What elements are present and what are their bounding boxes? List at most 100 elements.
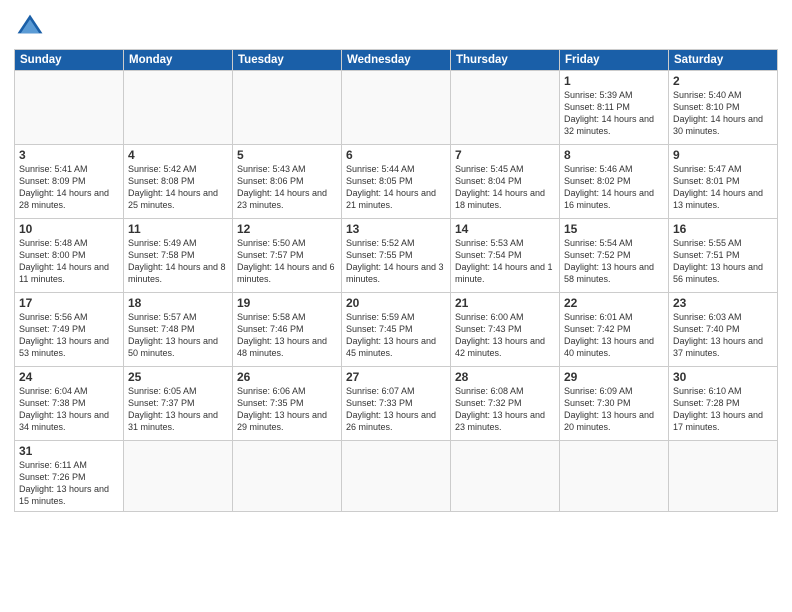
day-number: 25 xyxy=(128,370,228,384)
calendar-cell: 14Sunrise: 5:53 AMSunset: 7:54 PMDayligh… xyxy=(451,219,560,293)
calendar-cell: 13Sunrise: 5:52 AMSunset: 7:55 PMDayligh… xyxy=(342,219,451,293)
calendar-cell xyxy=(560,441,669,512)
calendar-cell: 28Sunrise: 6:08 AMSunset: 7:32 PMDayligh… xyxy=(451,367,560,441)
col-header-monday: Monday xyxy=(124,50,233,71)
col-header-sunday: Sunday xyxy=(15,50,124,71)
day-info: Sunrise: 6:11 AMSunset: 7:26 PMDaylight:… xyxy=(19,459,119,508)
day-info: Sunrise: 6:05 AMSunset: 7:37 PMDaylight:… xyxy=(128,385,228,434)
calendar-cell: 22Sunrise: 6:01 AMSunset: 7:42 PMDayligh… xyxy=(560,293,669,367)
day-info: Sunrise: 5:40 AMSunset: 8:10 PMDaylight:… xyxy=(673,89,773,138)
day-info: Sunrise: 5:56 AMSunset: 7:49 PMDaylight:… xyxy=(19,311,119,360)
calendar-cell: 17Sunrise: 5:56 AMSunset: 7:49 PMDayligh… xyxy=(15,293,124,367)
calendar-cell xyxy=(342,441,451,512)
day-info: Sunrise: 5:47 AMSunset: 8:01 PMDaylight:… xyxy=(673,163,773,212)
day-number: 14 xyxy=(455,222,555,236)
day-number: 24 xyxy=(19,370,119,384)
day-number: 17 xyxy=(19,296,119,310)
day-info: Sunrise: 5:41 AMSunset: 8:09 PMDaylight:… xyxy=(19,163,119,212)
day-info: Sunrise: 6:00 AMSunset: 7:43 PMDaylight:… xyxy=(455,311,555,360)
day-number: 5 xyxy=(237,148,337,162)
calendar-cell: 19Sunrise: 5:58 AMSunset: 7:46 PMDayligh… xyxy=(233,293,342,367)
day-info: Sunrise: 6:07 AMSunset: 7:33 PMDaylight:… xyxy=(346,385,446,434)
calendar-cell: 20Sunrise: 5:59 AMSunset: 7:45 PMDayligh… xyxy=(342,293,451,367)
day-number: 1 xyxy=(564,74,664,88)
day-number: 13 xyxy=(346,222,446,236)
week-row-1: 3Sunrise: 5:41 AMSunset: 8:09 PMDaylight… xyxy=(15,145,778,219)
day-info: Sunrise: 6:08 AMSunset: 7:32 PMDaylight:… xyxy=(455,385,555,434)
calendar-cell: 24Sunrise: 6:04 AMSunset: 7:38 PMDayligh… xyxy=(15,367,124,441)
calendar-cell: 8Sunrise: 5:46 AMSunset: 8:02 PMDaylight… xyxy=(560,145,669,219)
calendar-cell xyxy=(451,441,560,512)
day-info: Sunrise: 6:01 AMSunset: 7:42 PMDaylight:… xyxy=(564,311,664,360)
calendar-cell: 30Sunrise: 6:10 AMSunset: 7:28 PMDayligh… xyxy=(669,367,778,441)
col-header-saturday: Saturday xyxy=(669,50,778,71)
calendar-cell: 15Sunrise: 5:54 AMSunset: 7:52 PMDayligh… xyxy=(560,219,669,293)
logo xyxy=(14,10,44,43)
day-number: 21 xyxy=(455,296,555,310)
calendar-cell xyxy=(342,71,451,145)
day-info: Sunrise: 5:39 AMSunset: 8:11 PMDaylight:… xyxy=(564,89,664,138)
day-info: Sunrise: 5:45 AMSunset: 8:04 PMDaylight:… xyxy=(455,163,555,212)
calendar-cell: 25Sunrise: 6:05 AMSunset: 7:37 PMDayligh… xyxy=(124,367,233,441)
calendar-cell: 1Sunrise: 5:39 AMSunset: 8:11 PMDaylight… xyxy=(560,71,669,145)
calendar-cell: 12Sunrise: 5:50 AMSunset: 7:57 PMDayligh… xyxy=(233,219,342,293)
day-number: 12 xyxy=(237,222,337,236)
day-number: 16 xyxy=(673,222,773,236)
header xyxy=(14,10,778,43)
day-number: 31 xyxy=(19,444,119,458)
calendar-cell: 11Sunrise: 5:49 AMSunset: 7:58 PMDayligh… xyxy=(124,219,233,293)
week-row-3: 17Sunrise: 5:56 AMSunset: 7:49 PMDayligh… xyxy=(15,293,778,367)
day-info: Sunrise: 5:57 AMSunset: 7:48 PMDaylight:… xyxy=(128,311,228,360)
day-number: 9 xyxy=(673,148,773,162)
day-number: 8 xyxy=(564,148,664,162)
calendar-cell: 27Sunrise: 6:07 AMSunset: 7:33 PMDayligh… xyxy=(342,367,451,441)
day-info: Sunrise: 6:09 AMSunset: 7:30 PMDaylight:… xyxy=(564,385,664,434)
calendar-cell: 16Sunrise: 5:55 AMSunset: 7:51 PMDayligh… xyxy=(669,219,778,293)
day-info: Sunrise: 6:03 AMSunset: 7:40 PMDaylight:… xyxy=(673,311,773,360)
day-info: Sunrise: 5:52 AMSunset: 7:55 PMDaylight:… xyxy=(346,237,446,286)
day-info: Sunrise: 5:55 AMSunset: 7:51 PMDaylight:… xyxy=(673,237,773,286)
calendar-cell: 7Sunrise: 5:45 AMSunset: 8:04 PMDaylight… xyxy=(451,145,560,219)
calendar-cell xyxy=(669,441,778,512)
day-number: 30 xyxy=(673,370,773,384)
calendar-cell xyxy=(233,441,342,512)
day-info: Sunrise: 5:50 AMSunset: 7:57 PMDaylight:… xyxy=(237,237,337,286)
calendar-cell: 23Sunrise: 6:03 AMSunset: 7:40 PMDayligh… xyxy=(669,293,778,367)
day-number: 15 xyxy=(564,222,664,236)
day-info: Sunrise: 5:44 AMSunset: 8:05 PMDaylight:… xyxy=(346,163,446,212)
calendar-cell xyxy=(124,441,233,512)
day-number: 4 xyxy=(128,148,228,162)
day-number: 29 xyxy=(564,370,664,384)
page: SundayMondayTuesdayWednesdayThursdayFrid… xyxy=(0,0,792,612)
day-number: 27 xyxy=(346,370,446,384)
calendar-cell xyxy=(233,71,342,145)
calendar-table: SundayMondayTuesdayWednesdayThursdayFrid… xyxy=(14,49,778,512)
calendar-cell: 4Sunrise: 5:42 AMSunset: 8:08 PMDaylight… xyxy=(124,145,233,219)
day-info: Sunrise: 5:42 AMSunset: 8:08 PMDaylight:… xyxy=(128,163,228,212)
calendar-cell: 18Sunrise: 5:57 AMSunset: 7:48 PMDayligh… xyxy=(124,293,233,367)
day-number: 10 xyxy=(19,222,119,236)
day-number: 19 xyxy=(237,296,337,310)
calendar-cell: 29Sunrise: 6:09 AMSunset: 7:30 PMDayligh… xyxy=(560,367,669,441)
day-number: 22 xyxy=(564,296,664,310)
day-number: 28 xyxy=(455,370,555,384)
day-info: Sunrise: 6:06 AMSunset: 7:35 PMDaylight:… xyxy=(237,385,337,434)
week-row-2: 10Sunrise: 5:48 AMSunset: 8:00 PMDayligh… xyxy=(15,219,778,293)
week-row-5: 31Sunrise: 6:11 AMSunset: 7:26 PMDayligh… xyxy=(15,441,778,512)
calendar-cell xyxy=(15,71,124,145)
day-info: Sunrise: 6:10 AMSunset: 7:28 PMDaylight:… xyxy=(673,385,773,434)
col-header-friday: Friday xyxy=(560,50,669,71)
calendar-cell: 9Sunrise: 5:47 AMSunset: 8:01 PMDaylight… xyxy=(669,145,778,219)
calendar-cell: 26Sunrise: 6:06 AMSunset: 7:35 PMDayligh… xyxy=(233,367,342,441)
day-info: Sunrise: 6:04 AMSunset: 7:38 PMDaylight:… xyxy=(19,385,119,434)
day-number: 20 xyxy=(346,296,446,310)
calendar-cell xyxy=(451,71,560,145)
day-number: 2 xyxy=(673,74,773,88)
calendar-cell: 2Sunrise: 5:40 AMSunset: 8:10 PMDaylight… xyxy=(669,71,778,145)
day-info: Sunrise: 5:53 AMSunset: 7:54 PMDaylight:… xyxy=(455,237,555,286)
day-number: 3 xyxy=(19,148,119,162)
calendar-cell: 3Sunrise: 5:41 AMSunset: 8:09 PMDaylight… xyxy=(15,145,124,219)
week-row-0: 1Sunrise: 5:39 AMSunset: 8:11 PMDaylight… xyxy=(15,71,778,145)
col-header-tuesday: Tuesday xyxy=(233,50,342,71)
day-number: 26 xyxy=(237,370,337,384)
